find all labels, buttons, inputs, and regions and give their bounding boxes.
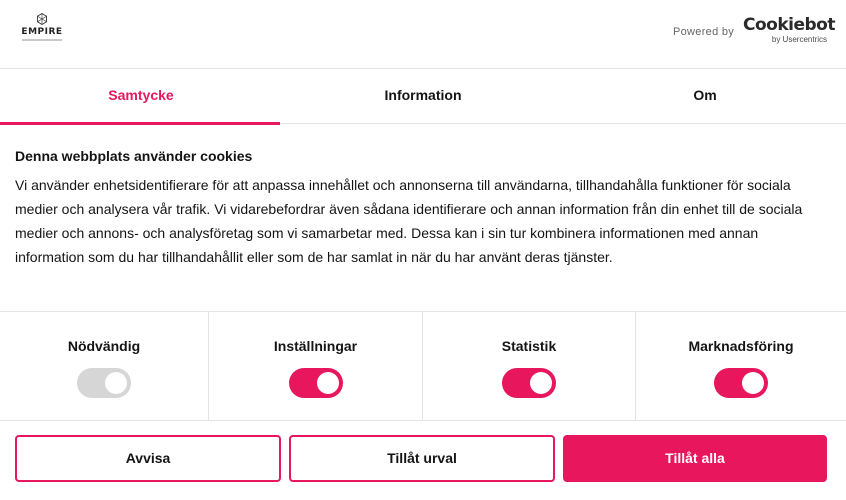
logo-tagline-mark <box>22 39 62 41</box>
consent-body: Vi använder enhetsidentifierare för att … <box>15 177 803 265</box>
tab-consent-label: Samtycke <box>108 87 174 103</box>
empire-logo: EMPIRE <box>14 13 70 47</box>
reject-button[interactable]: Avvisa <box>15 435 281 482</box>
cookiebot-logo[interactable]: Cookiebot by Usercentrics <box>743 15 835 46</box>
allow-selection-button[interactable]: Tillåt urval <box>289 435 555 482</box>
category-statistics: Statistik <box>422 312 635 421</box>
tab-consent[interactable]: Samtycke <box>0 69 282 125</box>
cookiebot-wordmark: Cookiebot <box>743 15 835 35</box>
allow-all-button[interactable]: Tillåt alla <box>563 435 827 482</box>
category-preferences-label: Inställningar <box>273 338 358 354</box>
toggle-knob <box>530 372 552 394</box>
tab-about-label: Om <box>693 87 717 103</box>
preferences-toggle[interactable] <box>288 368 343 398</box>
toggle-knob <box>316 372 339 394</box>
cookiebot-byline: by Usercentrics <box>771 35 827 44</box>
consent-text: Denna webbplats använder cookies Vi anvä… <box>15 148 815 269</box>
tab-bar: Samtycke Information Om <box>0 69 846 125</box>
empire-logo-mark-icon <box>37 13 47 25</box>
logo-name: EMPIRE <box>21 27 63 37</box>
category-statistics-label: Statistik <box>501 338 557 354</box>
toggle-knob <box>742 372 764 394</box>
dialog-header: EMPIRE Powered by Cookiebot by Usercentr… <box>0 0 846 69</box>
consent-heading: Denna webbplats använder cookies <box>15 148 253 164</box>
active-tab-indicator <box>0 122 280 125</box>
statistics-toggle[interactable] <box>502 368 556 398</box>
category-marketing-label: Marknadsföring <box>688 338 794 354</box>
toggle-knob <box>105 372 127 394</box>
category-necessary-label: Nödvändig <box>67 338 141 354</box>
cookie-category-toggles: Nödvändig Inställningar Statistik Markna… <box>0 311 846 421</box>
tab-information-label: Information <box>384 87 462 103</box>
category-marketing: Marknadsföring <box>635 312 846 421</box>
category-necessary: Nödvändig <box>0 312 208 421</box>
marketing-toggle[interactable] <box>714 368 768 398</box>
tab-information[interactable]: Information <box>282 69 564 124</box>
category-preferences: Inställningar <box>208 312 422 421</box>
tab-about[interactable]: Om <box>564 69 846 124</box>
powered-by-text: Powered by <box>673 26 735 38</box>
necessary-toggle <box>77 368 131 398</box>
